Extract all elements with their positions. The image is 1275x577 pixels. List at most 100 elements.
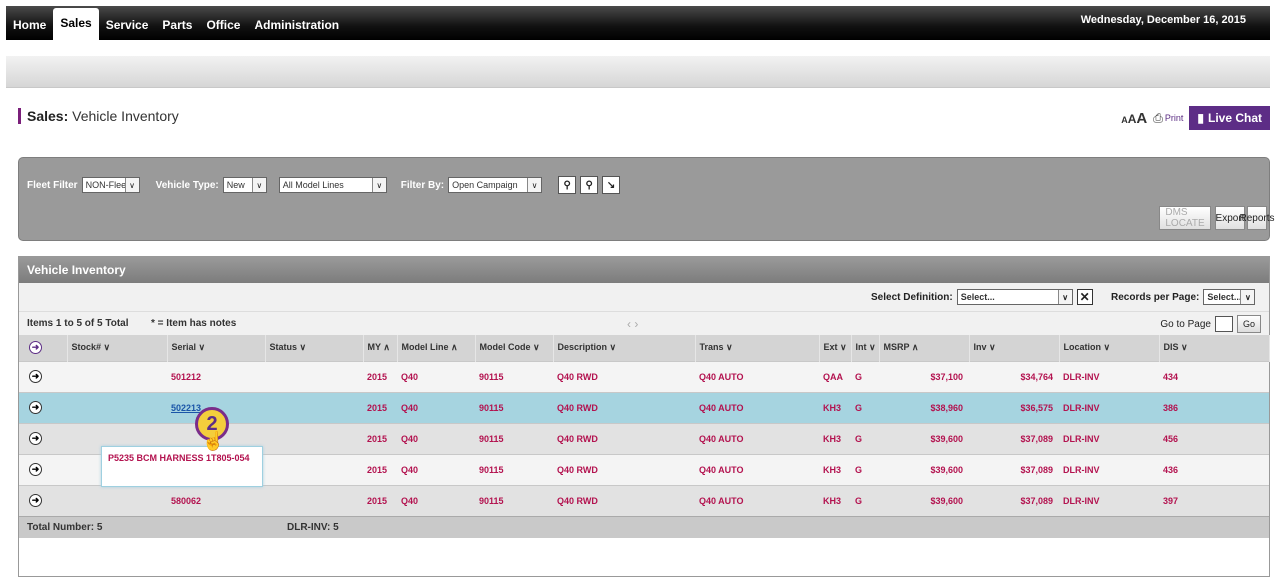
model-lines-value: All Model Lines <box>282 180 344 190</box>
col-description[interactable]: Description ∨ <box>553 335 696 361</box>
cell-model-code: 90115 <box>475 360 553 392</box>
vehicle-type-value: New <box>226 180 245 190</box>
col-model-line[interactable]: Model Line ∧ <box>397 335 476 361</box>
tab-sales[interactable]: Sales <box>53 8 99 40</box>
cell-serial[interactable]: 580062 <box>167 484 265 516</box>
table-footer: Total Number: 5 DLR-INV: 5 <box>19 516 1269 538</box>
expand-row-icon[interactable]: ➜ <box>29 370 42 383</box>
clear-filter-icon[interactable]: ↘ <box>602 176 621 194</box>
cell-model-code: 90115 <box>475 422 553 454</box>
expand-row-icon[interactable]: ➜ <box>29 432 42 445</box>
col-ext[interactable]: Ext ∨ <box>819 335 852 361</box>
fleet-filter-select[interactable]: NON-Fleet ∨ <box>81 177 140 193</box>
font-size-icon[interactable]: AAA <box>1121 110 1147 127</box>
tab-home[interactable]: Home <box>6 10 53 40</box>
expand-row-icon[interactable]: ➜ <box>29 401 42 414</box>
model-lines-select[interactable]: All Model Lines ∨ <box>278 177 387 193</box>
col-int[interactable]: Int ∨ <box>851 335 880 361</box>
chevron-down-icon: ∨ <box>251 178 266 192</box>
tab-administration[interactable]: Administration <box>247 10 346 40</box>
col-status[interactable]: Status ∨ <box>265 335 364 361</box>
cell-my: 2015 <box>363 422 397 454</box>
cell-status <box>265 453 363 485</box>
definition-row: Select Definition: Select... ∨ ✕ Records… <box>19 283 1269 311</box>
print-link[interactable]: ⎙ Print <box>1153 111 1183 126</box>
cell-ext: KH3 <box>819 391 851 423</box>
dms-locate-button[interactable]: DMS LOCATE <box>1159 206 1211 230</box>
col-location[interactable]: Location ∨ <box>1059 335 1160 361</box>
search-icon[interactable]: ⚲ <box>558 176 577 194</box>
table-row[interactable]: ➜ 501212 2015 Q40 90115 Q40 RWD Q40 AUTO… <box>19 360 1269 392</box>
page-tools: AAA ⎙ Print ▮ Live Chat <box>1121 106 1270 130</box>
cell-stock <box>67 484 167 516</box>
cell-serial[interactable]: 501212 <box>167 360 265 392</box>
filter-panel: Fleet Filter NON-Fleet ∨ Vehicle Type: N… <box>18 157 1275 241</box>
cell-ext: KH3 <box>819 422 851 454</box>
select-definition-value: Select... <box>960 292 995 302</box>
col-dis[interactable]: DIS ∨ <box>1159 335 1270 361</box>
cell-int: G <box>851 422 879 454</box>
clear-definition-icon[interactable]: ✕ <box>1076 289 1093 305</box>
page-title-text: Vehicle Inventory <box>72 108 179 124</box>
live-chat-label: Live Chat <box>1207 111 1262 125</box>
notes-legend: * = Item has notes <box>151 318 237 329</box>
reports-button[interactable]: Reports <box>1240 206 1275 230</box>
vehicle-type-select[interactable]: New ∨ <box>222 177 267 193</box>
cell-status <box>265 484 363 516</box>
col-stock[interactable]: Stock# ∨ <box>67 335 168 361</box>
cell-location: DLR-INV <box>1059 360 1159 392</box>
cell-trans: Q40 AUTO <box>695 484 819 516</box>
live-chat-button[interactable]: ▮ Live Chat <box>1189 106 1270 130</box>
cell-model-code: 90115 <box>475 484 553 516</box>
cell-status <box>265 422 363 454</box>
cell-int: G <box>851 484 879 516</box>
select-definition-select[interactable]: Select... ∨ <box>956 289 1073 305</box>
go-button[interactable]: Go <box>1236 315 1261 333</box>
advanced-search-icon[interactable]: ⚲ <box>580 176 599 194</box>
table-row[interactable]: ➜ 580062 2015 Q40 90115 Q40 RWD Q40 AUTO… <box>19 484 1269 516</box>
current-date: Wednesday, December 16, 2015 <box>1080 14 1246 26</box>
cell-location: DLR-INV <box>1059 453 1159 485</box>
serial-link[interactable]: 502213 <box>171 403 201 413</box>
cell-trans: Q40 AUTO <box>695 422 819 454</box>
expand-all-icon: ➜ <box>29 341 42 355</box>
chevron-down-icon: ∨ <box>371 178 386 192</box>
tab-parts[interactable]: Parts <box>155 10 199 40</box>
cell-ext: QAA <box>819 360 851 392</box>
filter-by-select[interactable]: Open Campaign ∨ <box>448 177 543 193</box>
cell-msrp: $38,960 <box>879 391 969 423</box>
pager-arrows[interactable]: ‹ › <box>627 317 638 331</box>
chevron-down-icon: ∨ <box>124 178 139 192</box>
cell-model-code: 90115 <box>475 453 553 485</box>
records-per-page-select[interactable]: Select... ∨ <box>1203 289 1256 305</box>
dlr-inv-total: DLR-INV: 5 <box>287 522 339 533</box>
tab-office[interactable]: Office <box>199 10 247 40</box>
col-trans[interactable]: Trans ∨ <box>695 335 820 361</box>
cell-ext: KH3 <box>819 453 851 485</box>
col-my[interactable]: MY ∧ <box>363 335 398 361</box>
items-row: Items 1 to 5 of 5 Total * = Item has not… <box>19 311 1269 335</box>
col-serial[interactable]: Serial ∨ <box>167 335 266 361</box>
records-per-page-label: Records per Page: <box>1111 291 1200 303</box>
fleet-filter-value: NON-Fleet <box>85 180 129 190</box>
select-definition-group: Select Definition: Select... ∨ ✕ <box>871 289 1093 305</box>
cell-my: 2015 <box>363 391 397 423</box>
expand-row-icon[interactable]: ➜ <box>29 494 42 508</box>
expand-all-header[interactable]: ➜ <box>19 335 68 361</box>
cell-int: G <box>851 453 879 485</box>
expand-row-icon[interactable]: ➜ <box>29 463 42 476</box>
cell-inv: $36,575 <box>969 391 1059 423</box>
tab-service[interactable]: Service <box>99 10 156 40</box>
cell-model-line: Q40 <box>397 453 475 485</box>
col-msrp[interactable]: MSRP ∧ <box>879 335 970 361</box>
sub-nav-bar <box>6 56 1270 88</box>
page-section: Sales: <box>27 108 69 124</box>
cell-status <box>265 360 363 392</box>
cell-msrp: $39,600 <box>879 484 969 516</box>
col-model-code[interactable]: Model Code ∨ <box>475 335 554 361</box>
select-definition-label: Select Definition: <box>871 291 953 303</box>
cell-description: Q40 RWD <box>553 484 695 516</box>
cell-msrp: $37,100 <box>879 360 969 392</box>
go-to-page-input[interactable] <box>1214 316 1233 332</box>
col-inv[interactable]: Inv ∨ <box>969 335 1060 361</box>
